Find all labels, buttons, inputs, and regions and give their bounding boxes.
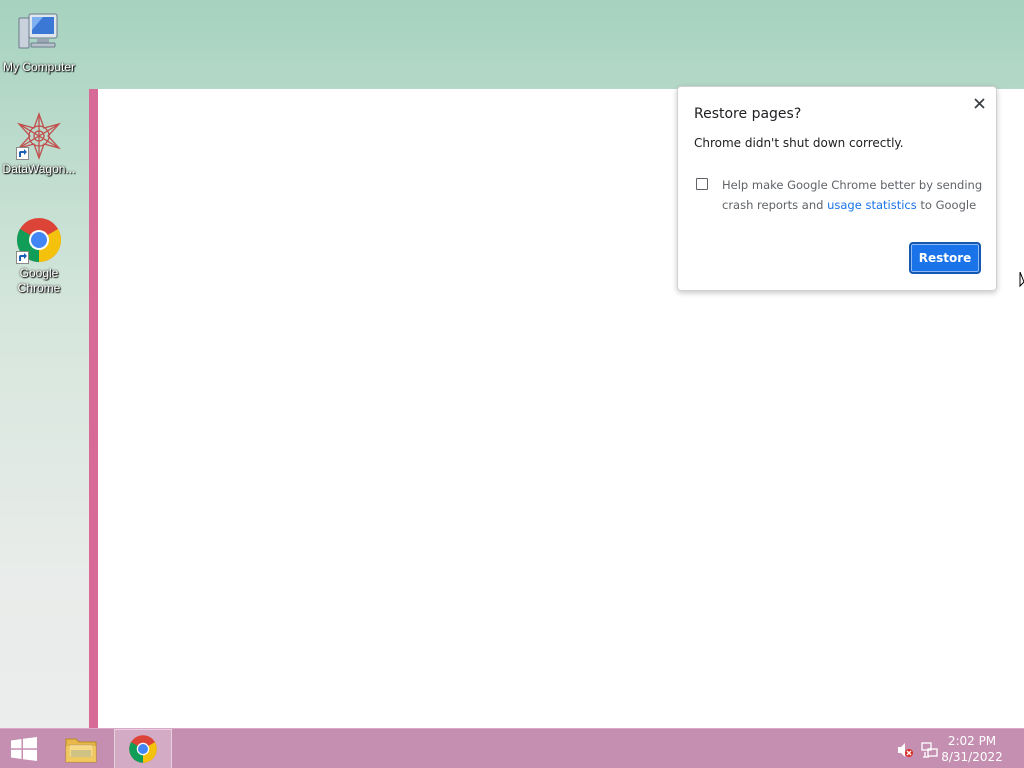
close-icon xyxy=(973,97,985,109)
shortcut-arrow-icon xyxy=(16,251,29,264)
taskbar-clock[interactable]: 2:02 PM 8/31/2022 xyxy=(937,733,1007,765)
checkbox-label: Help make Google Chrome better by sendin… xyxy=(722,175,984,215)
clock-date: 8/31/2022 xyxy=(941,750,1003,764)
desktop-icon-my-computer[interactable]: My Computer xyxy=(0,10,78,75)
chrome-icon xyxy=(15,216,63,264)
folder-icon xyxy=(65,738,97,763)
file-explorer-button[interactable] xyxy=(57,729,105,768)
mouse-cursor-icon xyxy=(1019,271,1024,290)
computer-icon xyxy=(15,10,63,58)
desktop-icon-label: Google Chrome xyxy=(17,266,61,295)
desktop-icon-google-chrome[interactable]: Google Chrome xyxy=(0,216,78,296)
taskbar: 2:02 PM 8/31/2022 xyxy=(0,728,1024,768)
usage-statistics-checkbox[interactable] xyxy=(696,178,708,190)
clock-time: 2:02 PM xyxy=(947,734,997,748)
usage-statistics-link[interactable]: usage statistics xyxy=(827,198,917,212)
desktop-icon-label: My Computer xyxy=(2,60,76,74)
taskbar-chrome-button[interactable] xyxy=(114,729,172,768)
desktop-icon-datawagon[interactable]: DataWagon... xyxy=(0,112,78,177)
checkbox-text-after: to Google xyxy=(916,198,977,212)
shortcut-arrow-icon xyxy=(16,147,29,160)
datawagon-icon xyxy=(15,112,63,160)
restore-pages-dialog: Restore pages? Chrome didn't shut down c… xyxy=(677,86,997,291)
start-button[interactable] xyxy=(0,729,48,768)
dialog-title: Restore pages? xyxy=(694,106,802,122)
windows-icon xyxy=(11,737,37,761)
close-button[interactable] xyxy=(970,94,988,112)
volume-muted-icon[interactable] xyxy=(896,741,914,759)
chrome-icon xyxy=(129,735,157,763)
restore-button[interactable]: Restore xyxy=(909,242,981,274)
dialog-message: Chrome didn't shut down correctly. xyxy=(694,136,904,150)
desktop-icon-label: DataWagon... xyxy=(2,162,76,176)
